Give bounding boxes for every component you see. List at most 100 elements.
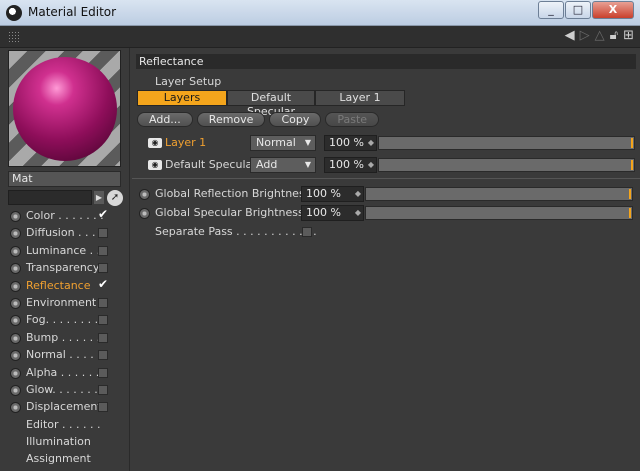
checkbox[interactable] — [98, 315, 108, 326]
radio-icon[interactable] — [10, 297, 21, 309]
channel-diffusion[interactable]: Diffusion . . . — [0, 225, 130, 242]
channel-fog[interactable]: Fog. . . . . . . . — [0, 312, 130, 329]
radio-icon[interactable] — [10, 367, 21, 379]
checkbox[interactable] — [98, 245, 108, 256]
channel-alpha[interactable]: Alpha . . . . . . — [0, 365, 130, 382]
radio-icon[interactable] — [139, 208, 150, 219]
layer-strength-slider[interactable] — [378, 136, 635, 150]
blend-mode-dropdown[interactable]: Add ▼ — [250, 157, 316, 173]
tab-default-specular[interactable]: Default Specular — [227, 90, 315, 118]
radio-icon[interactable] — [10, 402, 21, 414]
add-layer-button[interactable]: Add... — [137, 112, 193, 127]
radio-icon[interactable] — [139, 189, 150, 200]
channel-glow[interactable]: Glow. . . . . . . — [0, 382, 130, 399]
tab-layer-1[interactable]: Layer 1 — [315, 90, 405, 106]
blend-mode-dropdown[interactable]: Normal ▼ — [250, 135, 316, 151]
checkbox[interactable] — [98, 402, 108, 413]
close-button[interactable]: X — [592, 1, 634, 19]
global-specular-slider[interactable] — [365, 206, 633, 220]
radio-icon[interactable] — [10, 228, 21, 240]
spinner-icon[interactable]: ◆ — [368, 158, 374, 172]
minimize-button[interactable]: _ — [538, 1, 564, 19]
checkbox[interactable] — [98, 332, 108, 343]
material-preview[interactable] — [8, 50, 121, 167]
up-arrow-icon[interactable]: △ — [595, 29, 605, 43]
slider-handle[interactable] — [631, 138, 633, 148]
radio-icon[interactable] — [10, 245, 21, 257]
back-arrow-icon[interactable]: ◀ — [565, 29, 575, 43]
channel-assignment[interactable]: Assignment — [0, 451, 130, 468]
channel-label: Illumination — [26, 435, 91, 449]
channel-bump[interactable]: Bump . . . . . . — [0, 330, 130, 347]
layer-row[interactable]: ◉ Layer 1 Normal ▼ 100 % ◆ — [137, 135, 637, 151]
visibility-eye-icon[interactable]: ◉ — [148, 138, 162, 148]
slider-handle[interactable] — [631, 160, 633, 170]
channel-luminance[interactable]: Luminance . . — [0, 243, 130, 260]
layer-tabs: Layers Default Specular Layer 1 — [137, 90, 405, 118]
pointer-icon[interactable]: ➚ — [107, 190, 123, 206]
checkbox[interactable]: ✔ — [98, 278, 108, 290]
tab-layers[interactable]: Layers — [137, 90, 227, 106]
toolbar: ◀ ▷ △ 🔓︎ ⊞ — [0, 26, 640, 48]
checkbox[interactable] — [98, 384, 108, 395]
global-reflection-label: Global Reflection Brightness — [155, 187, 311, 200]
channel-editor[interactable]: Editor . . . . . . — [0, 417, 130, 434]
checkbox[interactable] — [98, 228, 108, 239]
slider-handle[interactable] — [629, 208, 631, 218]
slider-handle[interactable] — [629, 189, 631, 199]
search-input[interactable] — [8, 190, 92, 205]
new-window-icon[interactable]: ⊞ — [623, 29, 634, 43]
copy-layer-button[interactable]: Copy — [269, 112, 322, 127]
global-specular-field[interactable]: 100 % ◆ — [301, 205, 364, 221]
window-controls: _ □ X — [537, 1, 634, 19]
channel-color[interactable]: Color . . . . . . . ✔ — [0, 208, 130, 225]
spinner-icon[interactable]: ◆ — [368, 136, 374, 150]
checkbox[interactable] — [98, 367, 108, 378]
forward-arrow-icon[interactable]: ▷ — [580, 29, 590, 43]
radio-icon[interactable] — [10, 280, 21, 292]
layer-strength-field[interactable]: 100 % ◆ — [324, 157, 377, 173]
layer-name: Layer 1 — [165, 136, 207, 149]
reflectance-panel: Reflectance Layer Setup Layers Default S… — [132, 48, 640, 471]
checkbox[interactable]: ✔ — [98, 208, 108, 220]
material-name-field[interactable]: Mat — [8, 171, 121, 187]
channel-illumination[interactable]: Illumination — [0, 434, 130, 451]
maximize-button[interactable]: □ — [565, 1, 591, 19]
remove-layer-button[interactable]: Remove — [196, 112, 266, 127]
global-reflection-field[interactable]: 100 % ◆ — [301, 186, 364, 202]
radio-icon[interactable] — [10, 332, 21, 344]
channel-label: Bump . . . . . . — [26, 330, 101, 344]
separate-pass-checkbox[interactable] — [302, 227, 312, 237]
separate-pass-label: Separate Pass . . . . . . . . . . . . — [155, 225, 317, 238]
checkbox[interactable] — [98, 263, 108, 274]
radio-icon[interactable] — [10, 350, 21, 362]
visibility-eye-icon[interactable]: ◉ — [148, 160, 162, 170]
radio-icon[interactable] — [10, 211, 21, 222]
global-specular-label: Global Specular Brightness — [155, 206, 304, 219]
left-panel: Mat ▶ ➚ Color . . . . . . . ✔ Diffusion … — [0, 48, 130, 471]
channel-label: Assignment — [26, 452, 91, 466]
channel-normal[interactable]: Normal . . . . . — [0, 347, 130, 364]
chevron-right-icon[interactable]: ▶ — [94, 191, 104, 204]
layer-strength-field[interactable]: 100 % ◆ — [324, 135, 377, 151]
global-reflection-slider[interactable] — [365, 187, 633, 201]
layer-strength-slider[interactable] — [378, 158, 635, 172]
channel-label: Glow. . . . . . . — [26, 382, 98, 396]
lock-icon[interactable]: 🔓︎ — [610, 29, 618, 43]
radio-icon[interactable] — [10, 315, 21, 327]
checkbox[interactable] — [98, 350, 108, 361]
radio-icon[interactable] — [10, 384, 21, 396]
paste-layer-button[interactable]: Paste — [325, 112, 380, 127]
spinner-icon[interactable]: ◆ — [355, 206, 361, 220]
radio-icon[interactable] — [10, 263, 21, 275]
channel-environment[interactable]: Environment — [0, 295, 130, 312]
global-reflection-row: Global Reflection Brightness 100 % ◆ — [139, 186, 639, 202]
spinner-icon[interactable]: ◆ — [355, 187, 361, 201]
channel-transparency[interactable]: Transparency — [0, 260, 130, 277]
preview-sphere — [13, 57, 117, 161]
channel-reflectance[interactable]: Reflectance ✔ — [0, 278, 130, 295]
checkbox[interactable] — [98, 297, 108, 308]
layer-row[interactable]: ◉ Default Specular Add ▼ 100 % ◆ — [137, 157, 637, 173]
grip-icon[interactable] — [8, 31, 20, 43]
channel-displacement[interactable]: Displacement — [0, 399, 130, 416]
